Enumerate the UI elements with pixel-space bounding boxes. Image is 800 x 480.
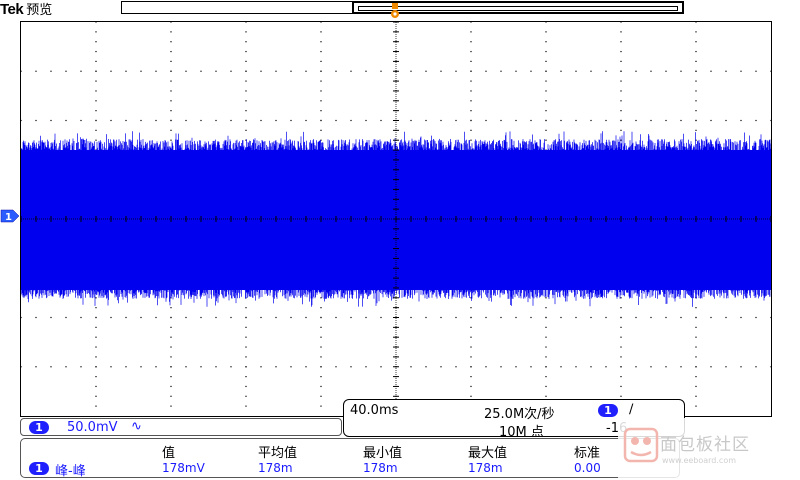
measurement-max: 178m	[468, 461, 503, 475]
measurement-header-value: 值	[162, 446, 176, 461]
channel-1-badge: 1	[29, 421, 49, 434]
trigger-position-icon[interactable]	[390, 3, 400, 21]
channel-settings-bar[interactable]: 1 50.0mV ∿	[20, 418, 342, 436]
watermark-url: www.eeboard.com	[662, 456, 737, 465]
vertical-scale: 50.0mV	[67, 420, 118, 435]
trigger-source-badge: 1	[598, 404, 618, 417]
trigger-slope-icon: ∕	[629, 402, 634, 417]
svg-text:1: 1	[5, 212, 12, 223]
mode-label: 预览	[26, 3, 53, 18]
horizontal-scale: 40.0ms	[350, 403, 399, 418]
measurement-header-min: 最小值	[363, 446, 403, 461]
measurement-channel-badge: 1	[29, 462, 49, 475]
measurement-mean: 178m	[258, 461, 293, 475]
measurement-min: 178m	[363, 461, 398, 475]
waveform-display[interactable]	[20, 21, 772, 417]
waveform-svg	[21, 22, 771, 415]
measurement-type: 峰-峰	[55, 464, 86, 479]
measurement-panel[interactable]: 值 平均值 最小值 最大值 标准 1 峰-峰 178mV 178m 178m 1…	[20, 438, 680, 479]
watermark: 面包板社区 www.eeboard.com	[618, 418, 800, 480]
measurement-header-max: 最大值	[468, 446, 508, 461]
measurement-header-stddev: 标准	[574, 446, 601, 461]
logo-icon	[623, 427, 659, 463]
channel-1-ground-marker[interactable]: 1	[0, 209, 20, 223]
record-view-window[interactable]	[352, 1, 684, 14]
sample-rate: 25.0M次/秒	[484, 407, 555, 422]
measurement-header-mean: 平均值	[258, 446, 298, 461]
brand-logo: Tek	[0, 1, 24, 18]
coupling-icon: ∿	[131, 419, 142, 434]
watermark-text: 面包板社区	[660, 435, 750, 455]
measurement-stddev: 0.00	[574, 461, 601, 475]
measurement-value: 178mV	[162, 461, 205, 475]
brand-header: Tek 预览	[0, 0, 52, 20]
